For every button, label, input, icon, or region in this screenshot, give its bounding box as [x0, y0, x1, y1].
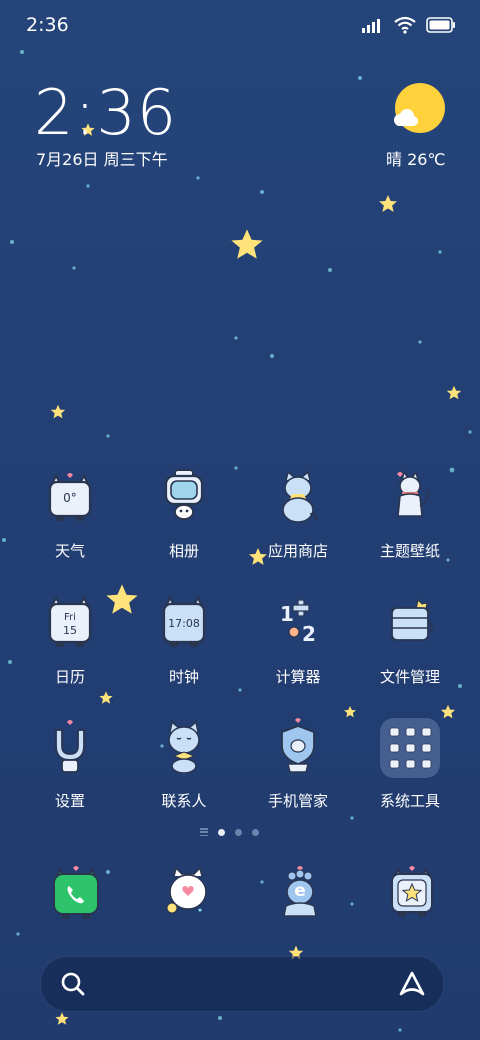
- signal-icon: [362, 19, 380, 33]
- clock-icon-time: 17:08: [168, 617, 200, 630]
- browser-app-icon: e: [268, 862, 332, 926]
- clock-app-icon: 17:08: [152, 592, 216, 656]
- browser-icon-letter: e: [294, 881, 306, 901]
- weather-widget-text[interactable]: 晴 26℃: [386, 146, 445, 170]
- app-label: 主题壁纸: [379, 542, 440, 560]
- app-weather[interactable]: 0° 天气: [10, 466, 130, 561]
- app-label: 计算器: [275, 668, 321, 686]
- app-security[interactable]: 手机管家: [238, 716, 358, 811]
- app-label: 联系人: [161, 792, 207, 810]
- calculator-icon-two: 2: [302, 622, 316, 646]
- messages-app-icon: [156, 862, 220, 926]
- app-calendar[interactable]: Fri 15 日历: [10, 592, 130, 687]
- gallery-app-icon: [152, 466, 216, 530]
- dock-browser[interactable]: e: [240, 862, 360, 926]
- wifi-icon: [394, 16, 416, 34]
- app-label: 手机管家: [267, 792, 328, 810]
- status-time: 2:36: [26, 14, 69, 36]
- calendar-app-icon: Fri 15: [38, 592, 102, 656]
- app-clock[interactable]: 17:08 时钟: [124, 592, 244, 687]
- settings-app-icon: [38, 716, 102, 780]
- app-label: 时钟: [168, 668, 199, 686]
- app-file-manager[interactable]: 文件管理: [350, 592, 470, 687]
- sunny-icon[interactable]: [388, 82, 448, 138]
- clock-widget-date[interactable]: 7月26日 周三下午: [36, 146, 168, 170]
- favorites-app-icon: [380, 862, 444, 926]
- weather-app-icon-text: 0°: [63, 491, 77, 505]
- app-system-tools[interactable]: 系统工具: [350, 716, 470, 811]
- app-settings[interactable]: 设置: [10, 716, 130, 811]
- security-app-icon: [266, 716, 330, 780]
- app-label: 应用商店: [267, 542, 328, 560]
- calculator-app-icon: 1 2: [266, 592, 330, 656]
- page-dot-active[interactable]: [218, 828, 225, 836]
- clock-widget-time[interactable]: 2:36: [34, 82, 177, 144]
- assistant-icon[interactable]: [397, 969, 427, 999]
- app-app-store[interactable]: 应用商店: [238, 466, 358, 561]
- app-gallery[interactable]: 相册: [124, 466, 244, 561]
- contacts-app-icon: [152, 716, 216, 780]
- app-label: 天气: [54, 542, 85, 560]
- app-label: 日历: [54, 668, 85, 686]
- dock-favorites[interactable]: [352, 862, 472, 926]
- page-dot[interactable]: [252, 828, 259, 836]
- page-dot[interactable]: [235, 828, 242, 836]
- calculator-icon-one: 1: [280, 602, 294, 626]
- calendar-icon-date: 15: [63, 624, 77, 637]
- search-icon[interactable]: [59, 970, 87, 998]
- themes-icon: [378, 466, 442, 530]
- app-themes[interactable]: 主题壁纸: [350, 466, 470, 561]
- file-manager-icon: [378, 592, 442, 656]
- app-label: 文件管理: [379, 668, 440, 686]
- system-tools-folder-icon: [378, 716, 442, 780]
- app-contacts[interactable]: 联系人: [124, 716, 244, 811]
- page-indicator[interactable]: [200, 828, 259, 836]
- menu-lines-icon: [200, 828, 208, 836]
- dock-phone[interactable]: [16, 862, 136, 926]
- weather-app-icon: 0°: [38, 466, 102, 530]
- app-label: 设置: [54, 792, 85, 810]
- dock-messages[interactable]: [128, 862, 248, 926]
- search-bar[interactable]: [40, 956, 444, 1012]
- app-label: 系统工具: [379, 792, 440, 810]
- phone-app-icon: [44, 862, 108, 926]
- app-calculator[interactable]: 1 2 计算器: [238, 592, 358, 687]
- app-store-icon: [266, 466, 330, 530]
- app-label: 相册: [168, 542, 199, 560]
- calendar-icon-day: Fri: [64, 612, 76, 623]
- status-bar: 2:36: [0, 0, 480, 50]
- battery-icon: [426, 17, 455, 33]
